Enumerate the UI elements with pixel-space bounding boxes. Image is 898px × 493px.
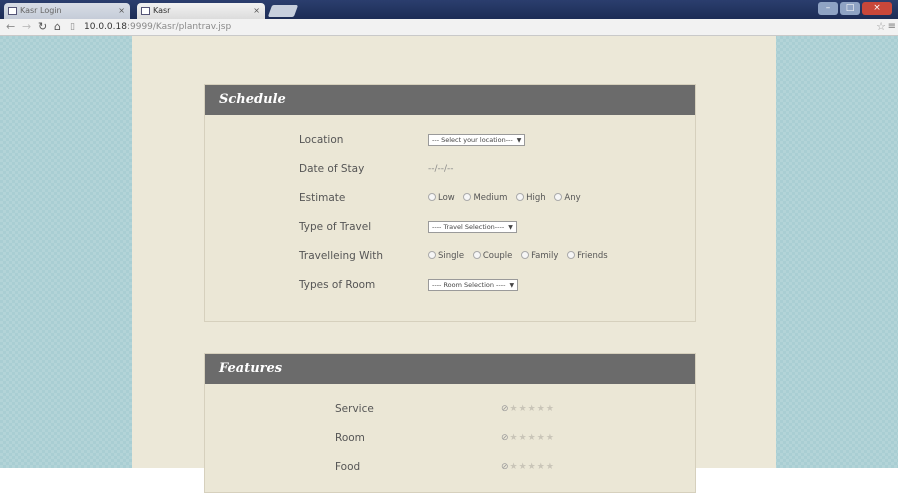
location-row: --- Select your location--- ▼	[428, 132, 526, 148]
favicon-icon	[141, 7, 150, 15]
option-label: High	[526, 193, 546, 203]
option-label: Medium	[473, 193, 508, 203]
chevron-down-icon: ▼	[508, 223, 513, 231]
features-panel: Features Service ⊘★★★★★ Room ⊘★★★★★ Food…	[204, 353, 696, 493]
travelling-with-radio-group: Single Couple Family Friends	[428, 248, 614, 264]
with-option-friends[interactable]: Friends	[567, 251, 608, 261]
home-icon[interactable]: ⌂	[54, 20, 61, 34]
browser-tab-bar: Kasr Login × Kasr × – □ ×	[0, 0, 898, 19]
service-rating[interactable]: ⊘★★★★★	[501, 401, 555, 417]
chevron-down-icon: ▼	[509, 281, 515, 289]
with-option-family[interactable]: Family	[521, 251, 558, 261]
star-rating-icon[interactable]: ★★★★★	[510, 462, 555, 472]
room-label: Room	[335, 432, 365, 444]
radio-icon	[567, 251, 576, 259]
option-label: Couple	[482, 251, 513, 261]
favicon-icon	[8, 7, 17, 15]
estimate-option-low[interactable]: Low	[428, 193, 455, 203]
location-select[interactable]: --- Select your location--- ▼	[428, 133, 526, 146]
cancel-rating-icon[interactable]: ⊘	[501, 404, 510, 414]
food-label: Food	[335, 461, 361, 473]
window-close-button[interactable]: ×	[862, 2, 892, 15]
option-label: Any	[564, 193, 581, 203]
travelling-with-label: Travelleing With	[299, 250, 384, 262]
tab-kasr-login[interactable]: Kasr Login ×	[4, 3, 130, 19]
estimate-option-any[interactable]: Any	[554, 193, 581, 203]
star-rating-icon[interactable]: ★★★★★	[510, 404, 555, 414]
menu-icon[interactable]: ≡	[888, 20, 896, 34]
date-of-stay-label: Date of Stay	[299, 163, 365, 175]
with-option-couple[interactable]: Couple	[472, 251, 513, 261]
close-tab-icon[interactable]: ×	[253, 3, 260, 19]
location-select-value: --- Select your location---	[432, 135, 513, 144]
travel-select[interactable]: ---- Travel Selection---- ▼	[428, 220, 517, 233]
url-path: :9999/Kasr/plantrav.jsp	[126, 22, 232, 32]
option-label: Friends	[577, 251, 608, 261]
estimate-label: Estimate	[299, 192, 346, 204]
chevron-down-icon: ▼	[516, 136, 522, 144]
service-label: Service	[335, 403, 374, 415]
tab-title: Kasr	[153, 6, 171, 15]
forward-icon[interactable]: →	[22, 20, 31, 34]
date-of-stay-field[interactable]: --/--/--	[428, 161, 454, 177]
reload-icon[interactable]: ↻	[38, 20, 47, 34]
address-bar[interactable]: 10.0.0.18:9999/Kasr/plantrav.jsp	[84, 20, 231, 34]
room-select[interactable]: ---- Room Selection ---- ▼	[428, 278, 519, 291]
tab-kasr[interactable]: Kasr ×	[137, 3, 265, 19]
page-background: Schedule Location --- Select your locati…	[0, 36, 898, 493]
radio-icon	[521, 251, 530, 259]
type-of-travel-label: Type of Travel	[299, 221, 372, 233]
new-tab-button[interactable]	[267, 5, 299, 17]
travel-select-value: ---- Travel Selection----	[432, 222, 505, 231]
radio-icon	[554, 193, 563, 201]
url-host: 10.0.0.18	[84, 22, 127, 32]
browser-toolbar: ← → ↻ ⌂ ▯ 10.0.0.18:9999/Kasr/plantrav.j…	[0, 19, 898, 36]
features-heading: Features	[205, 354, 695, 384]
location-label: Location	[299, 134, 344, 146]
estimate-radio-group: Low Medium High Any	[428, 190, 587, 206]
content-column: Schedule Location --- Select your locati…	[132, 36, 776, 493]
room-select-value: ---- Room Selection ----	[432, 280, 506, 289]
estimate-option-medium[interactable]: Medium	[463, 193, 507, 203]
star-rating-icon[interactable]: ★★★★★	[510, 433, 555, 443]
maximize-button[interactable]: □	[840, 2, 860, 15]
tab-title: Kasr Login	[20, 6, 62, 15]
schedule-heading: Schedule	[205, 85, 695, 115]
estimate-option-high[interactable]: High	[516, 193, 546, 203]
radio-icon	[463, 193, 472, 201]
types-of-room-row: ---- Room Selection ---- ▼	[428, 277, 519, 293]
radio-icon	[428, 251, 436, 259]
option-label: Single	[438, 251, 465, 261]
radio-icon	[428, 193, 436, 201]
types-of-room-label: Types of Room	[299, 279, 376, 291]
minimize-button[interactable]: –	[818, 2, 838, 15]
food-rating[interactable]: ⊘★★★★★	[501, 459, 555, 475]
option-label: Low	[438, 193, 455, 203]
radio-icon	[472, 251, 481, 259]
schedule-panel: Schedule Location --- Select your locati…	[204, 84, 696, 322]
star-icon[interactable]: ☆	[876, 20, 886, 34]
page-icon: ▯	[70, 22, 75, 32]
room-rating[interactable]: ⊘★★★★★	[501, 430, 555, 446]
cancel-rating-icon[interactable]: ⊘	[501, 462, 510, 472]
type-of-travel-row: ---- Travel Selection---- ▼	[428, 219, 517, 235]
cancel-rating-icon[interactable]: ⊘	[501, 433, 510, 443]
radio-icon	[516, 193, 525, 201]
with-option-single[interactable]: Single	[428, 251, 464, 261]
close-tab-icon[interactable]: ×	[118, 3, 125, 19]
back-icon[interactable]: ←	[6, 20, 15, 34]
option-label: Family	[531, 251, 559, 261]
